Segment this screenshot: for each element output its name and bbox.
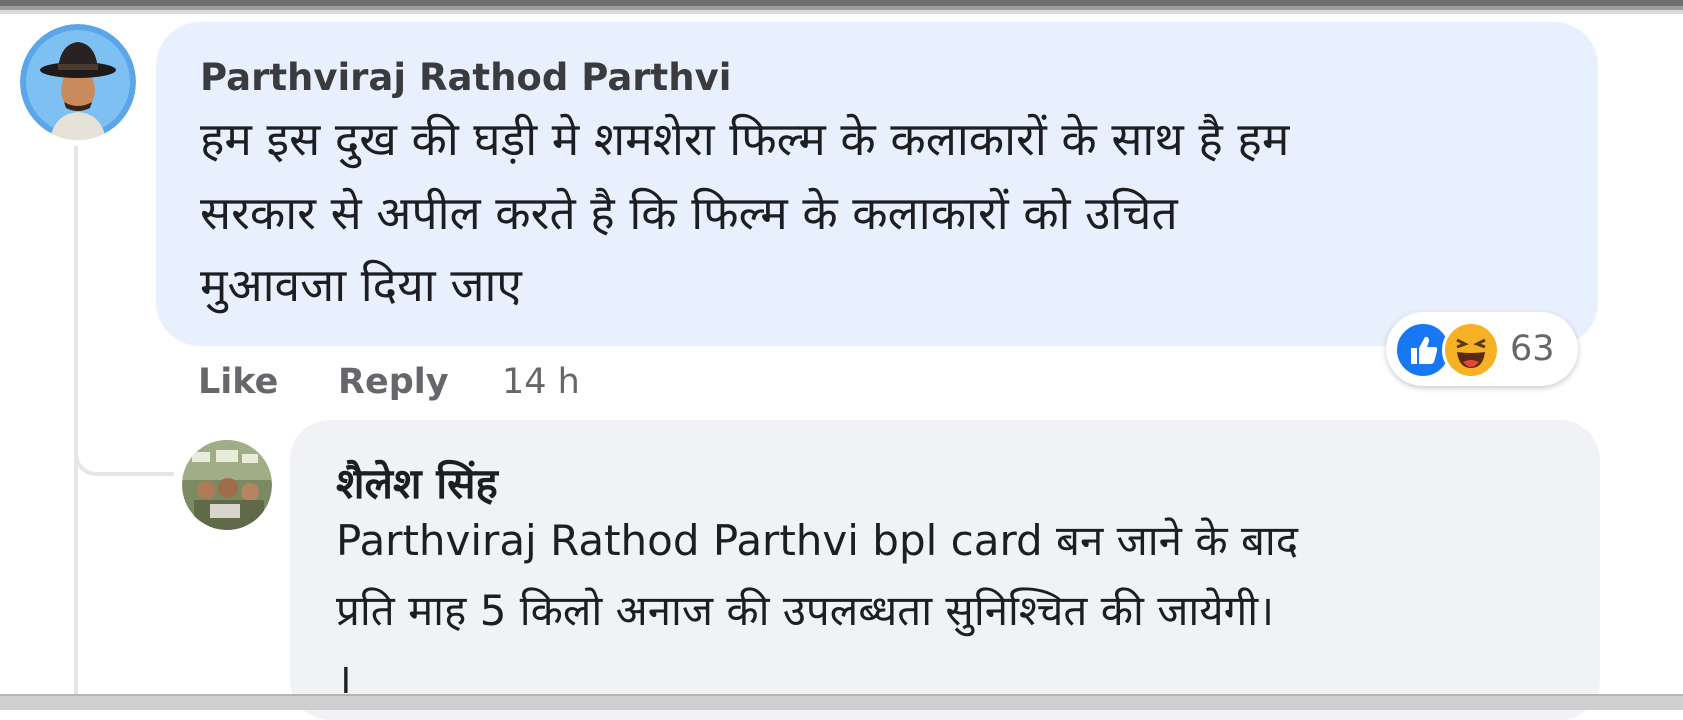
comment-timestamp[interactable]: 14 h (502, 362, 580, 402)
reaction-count: 63 (1510, 329, 1555, 369)
commenter-avatar[interactable] (20, 24, 136, 140)
comment-author-name[interactable]: Parthviraj Rathod Parthvi (200, 56, 731, 99)
reply-text-line: प्रति माह 5 किलो अनाज की उपलब्धता सुनिश्… (336, 586, 1275, 635)
person-with-hat-icon (20, 24, 136, 140)
comment-text-line: मुआवजा दिया जाए (200, 258, 522, 312)
top-border (0, 0, 1683, 14)
group-photo-icon (182, 440, 272, 530)
reply-author-name[interactable]: शैलेश सिंह (336, 454, 498, 511)
reply-text-line: Parthviraj Rathod Parthvi bpl card बन जा… (336, 516, 1299, 565)
reply-connector (74, 420, 174, 476)
bottom-border (0, 694, 1683, 710)
replier-avatar[interactable] (182, 440, 272, 530)
haha-reaction-icon (1442, 321, 1500, 379)
reply-button[interactable]: Reply (338, 362, 449, 402)
like-button[interactable]: Like (198, 362, 278, 402)
reactions-summary[interactable]: 63 (1386, 312, 1578, 386)
comment-text-line: हम इस दुख की घड़ी मे शमशेरा फिल्म के कला… (200, 112, 1290, 166)
comment-text-line: सरकार से अपील करते है कि फिल्म के कलाकार… (200, 186, 1178, 240)
